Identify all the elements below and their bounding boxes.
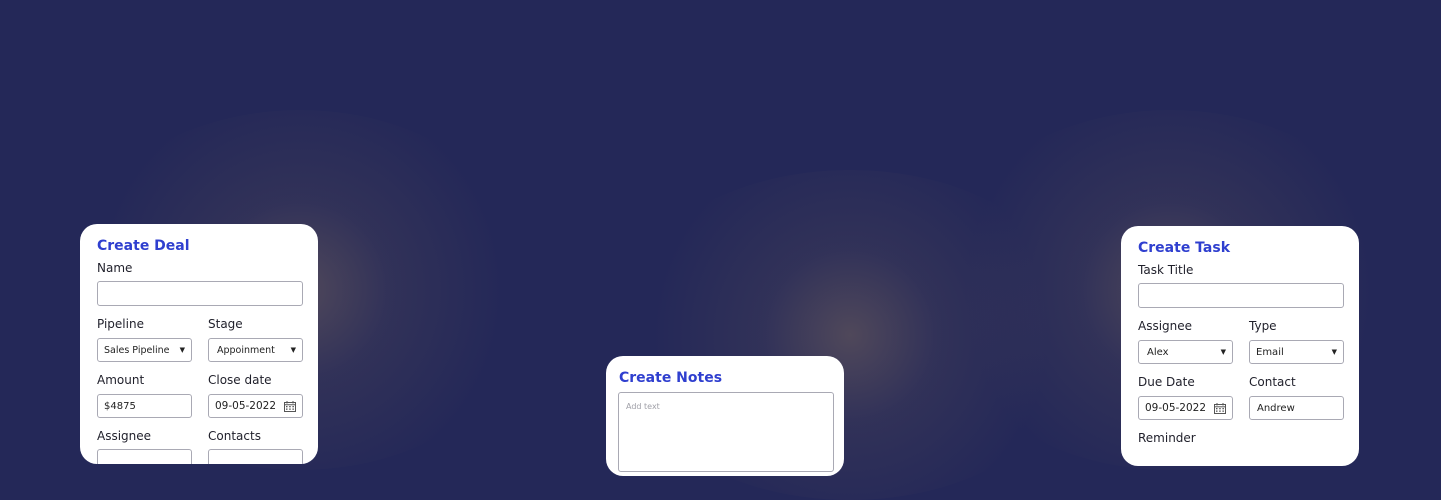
task-title-input[interactable] xyxy=(1138,283,1344,308)
create-notes-card: Create Notes Add text xyxy=(606,356,844,476)
calendar-icon[interactable] xyxy=(1214,402,1226,414)
chevron-down-icon: ▼ xyxy=(179,346,185,354)
deal-pipeline-select[interactable]: Sales Pipeline ▼ xyxy=(97,338,192,362)
calendar-icon[interactable] xyxy=(284,400,296,412)
deal-contacts-select[interactable] xyxy=(208,449,303,464)
deal-name-input[interactable] xyxy=(97,281,303,306)
task-reminder-label: Reminder xyxy=(1138,431,1196,445)
task-due-date-value: 09-05-2022 xyxy=(1145,402,1207,414)
task-assignee-label: Assignee xyxy=(1138,319,1193,333)
create-notes-title: Create Notes xyxy=(619,370,723,386)
task-type-select[interactable]: Email ▼ xyxy=(1249,340,1344,364)
deal-pipeline-label: Pipeline xyxy=(97,317,144,331)
deal-amount-input[interactable]: $4875 xyxy=(97,394,192,418)
deal-stage-value: Appoinment xyxy=(217,344,275,356)
task-due-date-input[interactable]: 09-05-2022 xyxy=(1138,396,1233,420)
deal-close-date-label: Close date xyxy=(208,373,272,387)
task-assignee-select[interactable]: Alex ▼ xyxy=(1138,340,1233,364)
create-task-card: Create Task Task Title Assignee Alex ▼ T… xyxy=(1121,226,1359,466)
create-deal-card: Create Deal Name Pipeline Sales Pipeline… xyxy=(80,224,318,464)
task-assignee-value: Alex xyxy=(1147,346,1169,358)
task-contact-value: Andrew xyxy=(1257,402,1295,414)
task-contact-label: Contact xyxy=(1249,375,1296,389)
deal-close-date-input[interactable]: 09-05-2022 xyxy=(208,394,303,418)
deal-assignee-label: Assignee xyxy=(97,429,152,443)
task-type-value: Email xyxy=(1256,346,1284,358)
chevron-down-icon: ▼ xyxy=(290,346,296,354)
deal-close-date-value: 09-05-2022 xyxy=(215,400,277,412)
chevron-down-icon: ▼ xyxy=(1331,348,1337,356)
deal-amount-label: Amount xyxy=(97,373,145,387)
notes-placeholder: Add text xyxy=(626,402,660,411)
create-deal-title: Create Deal xyxy=(97,238,190,254)
task-title-label: Task Title xyxy=(1138,263,1194,277)
deal-contacts-label: Contacts xyxy=(208,429,261,443)
task-contact-input[interactable]: Andrew xyxy=(1249,396,1344,420)
task-type-label: Type xyxy=(1249,319,1277,333)
deal-assignee-select[interactable] xyxy=(97,449,192,464)
deal-stage-select[interactable]: Appoinment ▼ xyxy=(208,338,303,362)
deal-pipeline-value: Sales Pipeline xyxy=(104,344,170,356)
create-task-title: Create Task xyxy=(1138,240,1231,256)
notes-textarea[interactable]: Add text xyxy=(618,392,834,472)
task-due-date-label: Due Date xyxy=(1138,375,1195,389)
deal-name-label: Name xyxy=(97,261,133,275)
deal-stage-label: Stage xyxy=(208,317,243,331)
chevron-down-icon: ▼ xyxy=(1220,348,1226,356)
deal-amount-value: $4875 xyxy=(104,400,136,412)
